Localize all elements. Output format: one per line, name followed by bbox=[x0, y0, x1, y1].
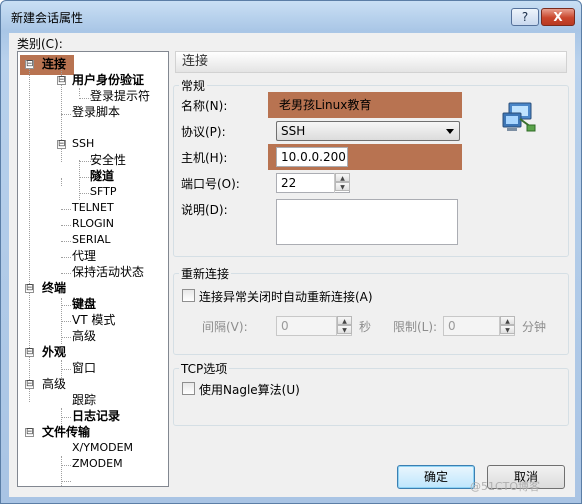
tree-item-advanced[interactable]: 高级 bbox=[42, 376, 66, 392]
port-spinner[interactable]: ▲ ▼ bbox=[334, 173, 350, 193]
chevron-down-icon bbox=[446, 129, 454, 134]
spin-down-icon[interactable]: ▼ bbox=[335, 182, 350, 191]
interval-label: 间隔(V): bbox=[202, 320, 248, 334]
protocol-value: SSH bbox=[281, 124, 306, 138]
spin-up-icon[interactable]: ▲ bbox=[337, 316, 352, 325]
description-input[interactable] bbox=[276, 199, 458, 245]
tree-item-terminal[interactable]: 终端 bbox=[42, 280, 66, 296]
spin-up-icon[interactable]: ▲ bbox=[500, 316, 515, 325]
host-input[interactable]: 10.0.0.200 bbox=[276, 147, 348, 167]
tree-item-tunnels[interactable]: 隧道 bbox=[90, 168, 114, 184]
description-label: 说明(D): bbox=[181, 203, 228, 217]
collapse-ssh-icon[interactable]: ⊟ bbox=[57, 140, 66, 149]
auto-reconnect-checkbox[interactable] bbox=[182, 289, 195, 302]
name-input[interactable]: 老男孩Linux教育 bbox=[274, 95, 456, 115]
tree-item-appearance[interactable]: 外观 bbox=[42, 344, 66, 360]
category-label: 类别(C): bbox=[17, 37, 63, 51]
seconds-label: 秒 bbox=[359, 320, 372, 334]
network-computers-icon bbox=[502, 102, 536, 132]
category-tree[interactable]: ⊟ ⊟ ⊟ ⊟ ⊟ ⊟ ⊟ 连接 用户身份验证 登录提示符 登录脚本 SSH 安… bbox=[17, 51, 169, 487]
reconnect-group-title: 重新连接 bbox=[179, 265, 232, 282]
collapse-terminal-icon[interactable]: ⊟ bbox=[25, 284, 34, 293]
close-button[interactable]: X bbox=[541, 8, 575, 26]
collapse-appearance-icon[interactable]: ⊟ bbox=[25, 348, 34, 357]
minutes-label: 分钟 bbox=[522, 320, 547, 334]
limit-spinner[interactable]: ▲ ▼ bbox=[499, 316, 515, 336]
protocol-label: 协议(P): bbox=[181, 125, 226, 139]
collapse-connection-icon[interactable]: ⊟ bbox=[25, 60, 34, 69]
general-group-title: 常规 bbox=[179, 77, 208, 94]
limit-label: 限制(L): bbox=[393, 320, 438, 334]
tree-item-zmodem[interactable]: ZMODEM bbox=[72, 456, 123, 472]
tree-item-login-prompts[interactable]: 登录提示符 bbox=[90, 88, 150, 104]
tree-item-sftp[interactable]: SFTP bbox=[90, 184, 116, 200]
tree-item-keyboard[interactable]: 键盘 bbox=[72, 296, 96, 312]
spin-up-icon[interactable]: ▲ bbox=[335, 173, 350, 182]
collapse-advanced-icon[interactable]: ⊟ bbox=[25, 380, 34, 389]
collapse-file-transfer-icon[interactable]: ⊟ bbox=[25, 428, 34, 437]
host-label: 主机(H): bbox=[181, 151, 228, 165]
collapse-auth-icon[interactable]: ⊟ bbox=[57, 76, 66, 85]
tree-item-vt-mode[interactable]: VT 模式 bbox=[72, 312, 115, 328]
tree-item-telnet[interactable]: TELNET bbox=[72, 200, 114, 216]
tree-item-security[interactable]: 安全性 bbox=[90, 152, 126, 168]
window-title: 新建会话属性 bbox=[11, 11, 84, 25]
reconnect-group bbox=[173, 273, 569, 355]
protocol-select[interactable]: SSH bbox=[276, 121, 460, 141]
tree-item-keep-alive[interactable]: 保持活动状态 bbox=[72, 264, 144, 280]
spin-down-icon[interactable]: ▼ bbox=[500, 325, 515, 334]
interval-spinner[interactable]: ▲ ▼ bbox=[336, 316, 352, 336]
tree-item-ssh[interactable]: SSH bbox=[72, 136, 94, 152]
spin-down-icon[interactable]: ▼ bbox=[337, 325, 352, 334]
tree-item-trace[interactable]: 跟踪 bbox=[72, 392, 96, 408]
tree-item-connection[interactable]: 连接 bbox=[42, 56, 66, 72]
help-button[interactable]: ? bbox=[511, 8, 539, 26]
tree-item-proxy[interactable]: 代理 bbox=[72, 248, 96, 264]
auto-reconnect-label: 连接异常关闭时自动重新连接(A) bbox=[199, 290, 373, 304]
tree-item-rlogin[interactable]: RLOGIN bbox=[72, 216, 114, 232]
tree-item-auth[interactable]: 用户身份验证 bbox=[72, 72, 144, 88]
watermark: @51CTO博客 bbox=[470, 480, 541, 493]
tree-item-login-script[interactable]: 登录脚本 bbox=[72, 104, 120, 120]
panel-title: 连接 bbox=[175, 51, 567, 73]
tree-item-terminal-advanced[interactable]: 高级 bbox=[72, 328, 96, 344]
title-bar[interactable]: 新建会话属性 ? X bbox=[1, 1, 581, 33]
nagle-label: 使用Nagle算法(U) bbox=[199, 383, 300, 397]
tree-item-xymodem[interactable]: X/YMODEM bbox=[72, 440, 133, 456]
tree-item-window[interactable]: 窗口 bbox=[72, 360, 96, 376]
name-label: 名称(N): bbox=[181, 99, 228, 113]
dialog-body: 类别(C): ⊟ ⊟ ⊟ ⊟ ⊟ ⊟ ⊟ 连接 用户身份验证 登录提示符 登录脚… bbox=[9, 33, 575, 497]
tree-item-serial[interactable]: SERIAL bbox=[72, 232, 110, 248]
ok-button[interactable]: 确定 bbox=[397, 465, 475, 489]
tree-item-logging[interactable]: 日志记录 bbox=[72, 408, 120, 424]
nagle-checkbox[interactable] bbox=[182, 382, 195, 395]
tree-item-file-transfer[interactable]: 文件传输 bbox=[42, 424, 90, 440]
port-label: 端口号(O): bbox=[181, 177, 240, 191]
tcp-group-title: TCP选项 bbox=[179, 360, 230, 377]
session-properties-dialog: 新建会话属性 ? X 类别(C): ⊟ ⊟ ⊟ ⊟ ⊟ ⊟ ⊟ 连接 用户身份验… bbox=[0, 0, 582, 504]
